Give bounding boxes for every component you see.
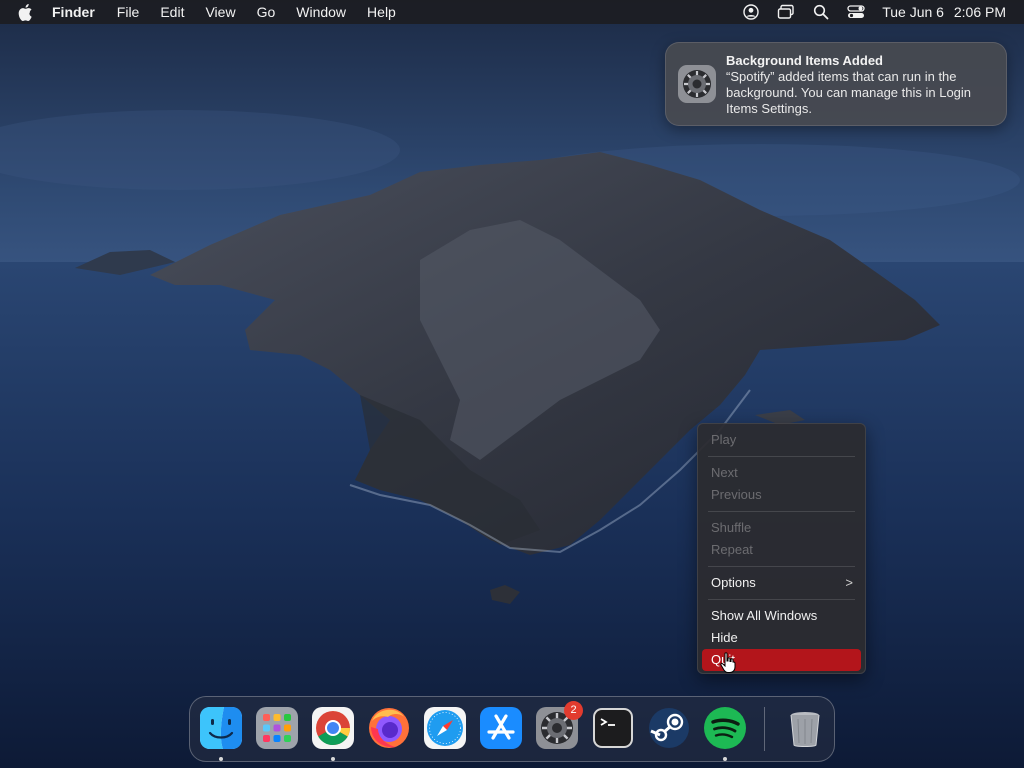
menu-item-options-label: Options <box>711 575 756 590</box>
trash-icon <box>790 712 820 747</box>
running-indicator-spotify <box>723 757 727 761</box>
menu-bar: Finder File Edit View Go Window Help Tue… <box>0 0 1024 24</box>
menu-help[interactable]: Help <box>367 4 396 20</box>
menu-item-hide[interactable]: Hide <box>702 627 861 649</box>
dock-app-terminal[interactable] <box>590 705 636 751</box>
notification-title: Background Items Added <box>726 53 883 68</box>
spotify-icon <box>704 707 746 749</box>
notification-body: “Spotify” added items that can run in th… <box>726 69 972 116</box>
menu-item-options[interactable]: Options > <box>702 572 861 594</box>
menu-separator <box>708 599 855 600</box>
dock-app-safari[interactable] <box>422 705 468 751</box>
menu-item-shuffle: Shuffle <box>711 520 752 535</box>
running-indicator-chrome <box>331 757 335 761</box>
menu-separator <box>708 566 855 567</box>
terminal-icon <box>593 708 633 748</box>
control-center-icon[interactable] <box>847 3 865 21</box>
screen-mirroring-icon[interactable] <box>777 3 795 21</box>
clock-time: 2:06 PM <box>953 4 1006 20</box>
user-icon[interactable] <box>742 3 760 21</box>
dock-app-chrome[interactable] <box>310 705 356 751</box>
app-store-icon <box>480 707 522 749</box>
clock-date: Tue Jun 6 <box>882 4 944 20</box>
spotify-dock-context-menu: Play Next Previous Shuffle Repeat Option… <box>697 423 866 674</box>
chevron-right-icon: > <box>845 575 853 590</box>
spotlight-search-icon[interactable] <box>812 3 830 21</box>
menu-go[interactable]: Go <box>257 4 276 20</box>
menu-separator <box>708 511 855 512</box>
apple-menu-icon[interactable] <box>18 3 36 21</box>
menu-item-repeat: Repeat <box>711 542 753 557</box>
safari-icon <box>424 707 466 749</box>
launchpad-icon <box>256 707 298 749</box>
dock-app-steam[interactable] <box>646 705 692 751</box>
menu-edit[interactable]: Edit <box>160 4 184 20</box>
menu-item-play: Play <box>711 432 737 447</box>
menu-view[interactable]: View <box>205 4 235 20</box>
dock-app-spotify[interactable] <box>702 705 748 751</box>
finder-icon <box>200 707 242 749</box>
dock-app-app-store[interactable] <box>478 705 524 751</box>
dock-app-launchpad[interactable] <box>254 705 300 751</box>
notification-badge: 2 <box>564 701 583 720</box>
notification-banner[interactable]: Background Items Added “Spotify” added i… <box>665 42 1007 126</box>
dock-divider <box>764 707 765 751</box>
menu-item-next: Next <box>711 465 738 480</box>
system-settings-icon <box>678 65 716 103</box>
menu-item-previous: Previous <box>711 487 762 502</box>
chrome-icon <box>312 707 354 749</box>
menu-window[interactable]: Window <box>296 4 346 20</box>
dock: 2 <box>189 696 835 762</box>
dock-app-finder[interactable] <box>198 705 244 751</box>
dock-app-firefox[interactable] <box>366 705 412 751</box>
firefox-icon <box>369 708 409 748</box>
steam-icon <box>649 708 689 748</box>
dock-trash[interactable] <box>782 705 828 751</box>
menu-item-show-all-windows[interactable]: Show All Windows <box>702 605 861 627</box>
mouse-pointer-icon <box>720 652 736 673</box>
menu-app-finder[interactable]: Finder <box>52 4 95 20</box>
running-indicator-finder <box>219 757 223 761</box>
desktop: Finder File Edit View Go Window Help Tue… <box>0 0 1024 768</box>
menu-file[interactable]: File <box>117 4 140 20</box>
menu-separator <box>708 456 855 457</box>
menu-bar-status-area: Tue Jun 6 2:06 PM <box>725 3 1006 21</box>
menu-bar-clock[interactable]: Tue Jun 6 2:06 PM <box>882 4 1006 20</box>
